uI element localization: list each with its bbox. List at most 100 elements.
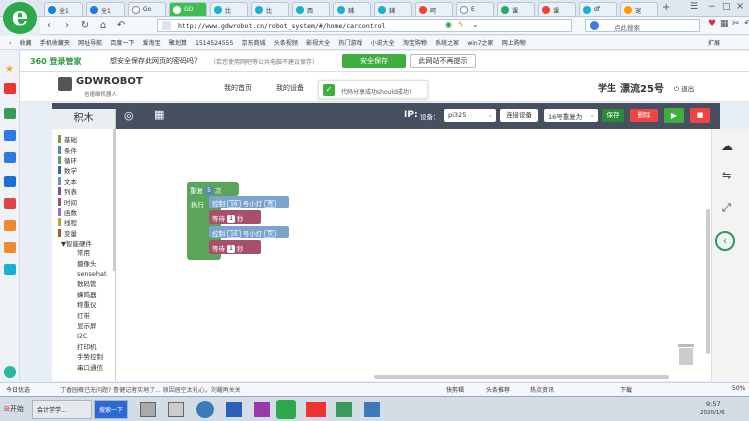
- repeat-block-header[interactable]: 重复 5 次: [187, 182, 239, 196]
- connect-button[interactable]: 连接设备: [500, 109, 538, 122]
- forward-icon[interactable]: ›: [60, 19, 74, 32]
- browser-tab[interactable]: 全1: [44, 2, 83, 16]
- category-item[interactable]: 文本: [52, 176, 115, 186]
- device-select[interactable]: pi325 ⌄: [444, 109, 496, 122]
- new-tab-icon[interactable]: +: [662, 2, 670, 13]
- category-item[interactable]: 循环: [52, 155, 115, 165]
- extensions-button[interactable]: 扩展: [705, 36, 724, 47]
- favorites-item[interactable]: 聚划算: [166, 36, 190, 47]
- game-icon[interactable]: [4, 242, 16, 253]
- favorites-item[interactable]: 系统之家: [432, 36, 462, 47]
- app-icon[interactable]: [140, 402, 156, 417]
- favorites-item[interactable]: 热门游戏: [335, 36, 365, 47]
- category-item[interactable]: 线程: [52, 217, 115, 227]
- never-save-button[interactable]: 此网站不再提示: [410, 54, 476, 68]
- browser-tab[interactable]: 比: [210, 2, 248, 16]
- app-icon[interactable]: [4, 176, 16, 187]
- hardware-item[interactable]: 蜂鸣器: [52, 290, 115, 300]
- car-select[interactable]: 16号重复为 ⌄: [544, 109, 598, 122]
- app-icon[interactable]: [364, 402, 380, 417]
- shield-icon[interactable]: ◉: [445, 20, 452, 29]
- lightning-icon[interactable]: ϟ: [458, 20, 463, 29]
- heart-icon[interactable]: ♥: [708, 19, 716, 29]
- hardware-category[interactable]: ▼智能硬件: [52, 238, 115, 248]
- hardware-item[interactable]: 摄像头: [52, 259, 115, 269]
- browser-tab[interactable]: E: [456, 2, 494, 16]
- undo-close-icon[interactable]: ↶: [744, 19, 749, 29]
- apps-icon[interactable]: ▦: [720, 19, 729, 29]
- favorites-item[interactable]: 小说大全: [368, 36, 398, 47]
- secure-save-button[interactable]: 安全保存: [342, 54, 406, 68]
- nav-home[interactable]: 我的首页: [224, 83, 252, 93]
- docs-icon[interactable]: [4, 152, 16, 163]
- workspace-scrollbar-vertical[interactable]: [706, 209, 710, 354]
- taskbar-app[interactable]: 搜索一下: [94, 400, 128, 419]
- wait-value-field[interactable]: 1: [227, 245, 235, 253]
- hardware-item[interactable]: I2C: [52, 331, 115, 341]
- collapse-icon[interactable]: ‹: [715, 231, 735, 251]
- favorites-item[interactable]: 京东商城: [239, 36, 269, 47]
- hardware-item[interactable]: 串口通信: [52, 363, 115, 373]
- assistant-icon[interactable]: [4, 366, 16, 378]
- grid-icon[interactable]: ▦: [154, 108, 164, 121]
- category-item[interactable]: 列表: [52, 186, 115, 196]
- hardware-item[interactable]: 打印机: [52, 342, 115, 352]
- favorites-item[interactable]: 网上购物: [499, 36, 529, 47]
- status-today[interactable]: 今日优选: [6, 385, 30, 394]
- hardware-item[interactable]: 称重仪: [52, 300, 115, 310]
- status-kuaijianji[interactable]: 快剪辑: [446, 385, 464, 394]
- favorites-item[interactable]: 手机收藏夹: [37, 36, 73, 47]
- browser-tab[interactable]: 辅: [333, 2, 371, 16]
- category-item[interactable]: 数学: [52, 165, 115, 175]
- browser-tab[interactable]: Go: [128, 2, 166, 16]
- app-ff-icon[interactable]: [306, 402, 326, 417]
- dropdown-icon[interactable]: ⌄: [472, 20, 479, 29]
- run-icon[interactable]: ▶: [664, 108, 684, 123]
- app-icon[interactable]: [168, 402, 184, 417]
- star-icon[interactable]: ★: [5, 64, 14, 75]
- status-download[interactable]: 下载: [620, 385, 632, 394]
- hardware-item[interactable]: sensehat: [52, 269, 115, 279]
- repeat-count-field[interactable]: 5: [205, 187, 213, 195]
- wait-block[interactable]: 等待 1 秒: [209, 240, 261, 254]
- browser-tab[interactable]: 全1: [86, 2, 125, 16]
- pay-icon[interactable]: [4, 264, 16, 275]
- status-news[interactable]: 丁香园概已无问题? 鲁健记者实地了... 原因居空太礼心，刘耀再关关: [60, 385, 241, 394]
- favorites-item[interactable]: 1514524555: [192, 38, 236, 47]
- hardware-item[interactable]: 数码管: [52, 279, 115, 289]
- search-input[interactable]: 点此搜索: [585, 19, 700, 32]
- browser-tab-active[interactable]: GD: [169, 2, 207, 16]
- cloud-upload-icon[interactable]: ☁: [721, 139, 733, 153]
- expand-icon[interactable]: ⤢: [722, 201, 731, 215]
- status-hot[interactable]: 热点资讯: [530, 385, 554, 394]
- led-control-block[interactable]: 控制 16 号小灯 亮: [209, 196, 289, 208]
- favorites-item[interactable]: 头条视频: [271, 36, 301, 47]
- category-item[interactable]: 条件: [52, 144, 115, 155]
- browser-tab[interactable]: 呵: [415, 2, 453, 16]
- save-button[interactable]: 保存: [602, 109, 624, 122]
- weibo-icon[interactable]: [4, 83, 16, 94]
- undo-icon[interactable]: ↶: [114, 19, 128, 32]
- category-item[interactable]: 时间: [52, 196, 115, 207]
- browser-tab[interactable]: 辅: [374, 2, 412, 16]
- pin-dropdown[interactable]: 16: [227, 230, 241, 238]
- favorites-item[interactable]: 收藏: [17, 36, 35, 47]
- app-icon[interactable]: [336, 402, 352, 417]
- back-icon[interactable]: ‹: [42, 19, 56, 32]
- category-item[interactable]: 函数: [52, 207, 115, 217]
- stop-icon[interactable]: ■: [690, 108, 710, 123]
- url-input[interactable]: http://www.gdwrobot.cn/robot_system/#/ho…: [157, 19, 572, 32]
- game-icon[interactable]: [4, 220, 16, 231]
- nav-devices[interactable]: 我的设备: [276, 83, 304, 93]
- workspace-scrollbar-horizontal[interactable]: [374, 375, 669, 379]
- pin-dropdown[interactable]: 16: [227, 200, 241, 208]
- favorites-item[interactable]: 爱淘宝: [140, 36, 164, 47]
- wait-block[interactable]: 等待 1 秒: [209, 210, 261, 224]
- winrar-icon[interactable]: [254, 402, 270, 417]
- state-dropdown[interactable]: 灭: [264, 230, 277, 238]
- browser-tab[interactable]: 宠: [620, 2, 658, 16]
- delete-button[interactable]: 删除: [630, 109, 658, 122]
- cut-icon[interactable]: ✂: [732, 19, 740, 29]
- favorites-item[interactable]: win7之家: [464, 36, 496, 47]
- category-item[interactable]: 变量: [52, 228, 115, 238]
